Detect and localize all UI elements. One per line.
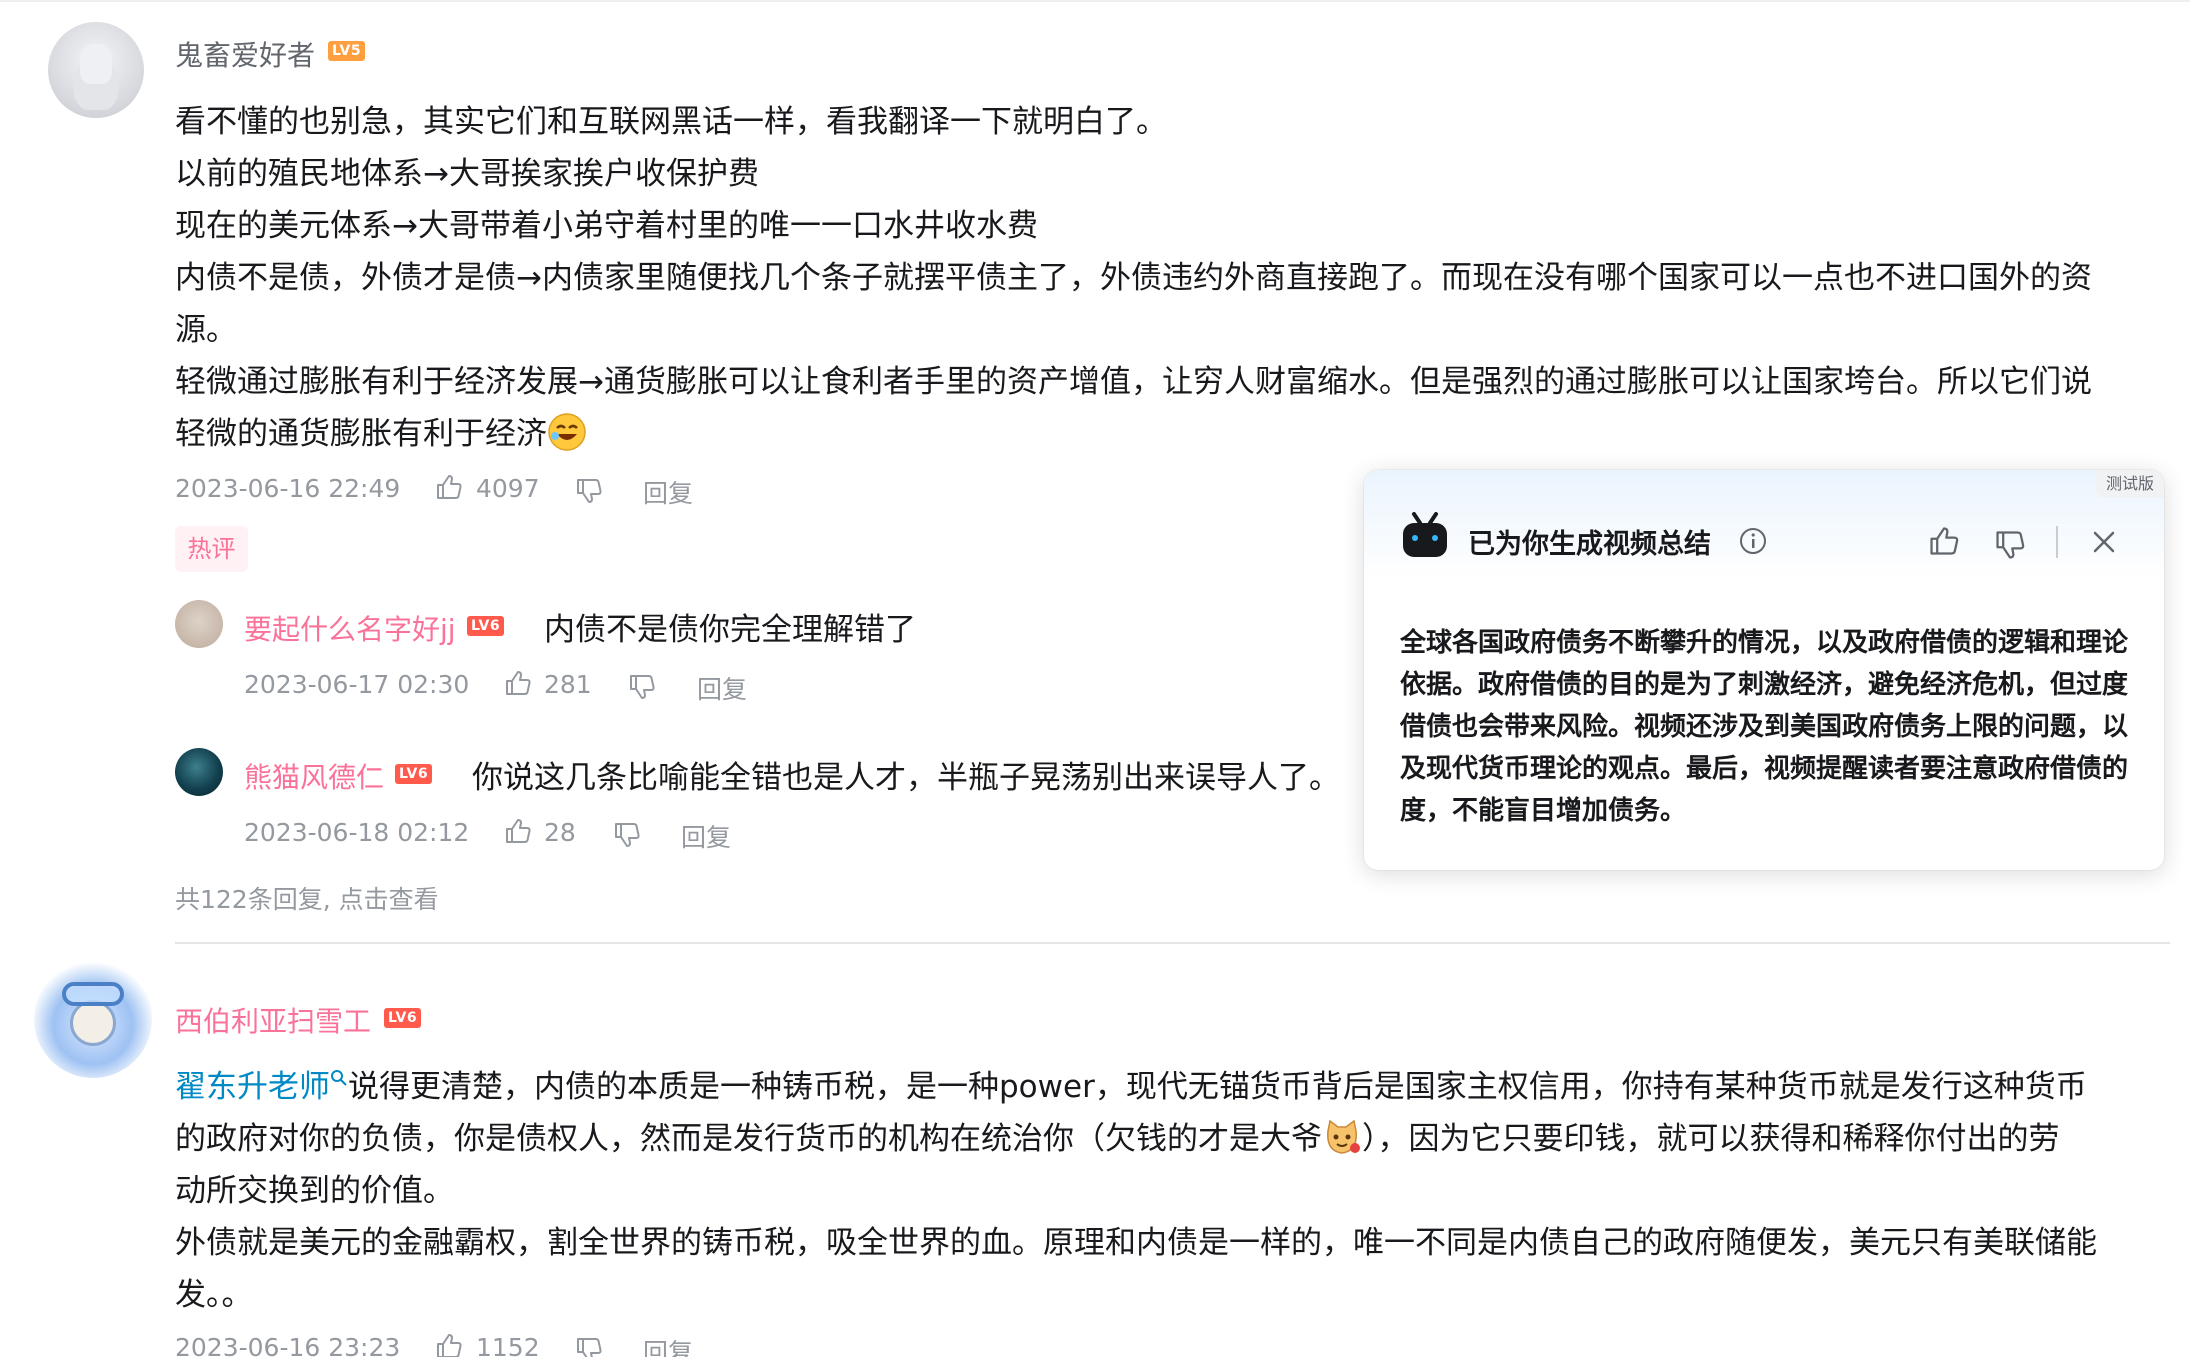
comment-line: 动所交换到的价值。: [175, 1173, 454, 1209]
reply-text: 内债不是债你完全理解错了: [544, 612, 916, 648]
hot-comment-tag: 热评: [175, 526, 248, 572]
popup-title: 已为你生成视频总结: [1468, 529, 1711, 560]
search-icon[interactable]: [330, 1069, 348, 1087]
summary-text: 全球各国政府债务不断攀升的情况，以及政府借债的逻辑和理论依据。政府借债的目的是为…: [1400, 628, 2129, 826]
reply-button[interactable]: 回复: [643, 1333, 693, 1357]
level-badge: LV5: [328, 41, 366, 61]
comment-line-text: 说得更清楚，内债的本质是一种铸币税，是一种power，现代无锚货币背后是国家主权…: [348, 1069, 2087, 1105]
comment-line: 看不懂的也别急，其实它们和互联网黑话一样，看我翻译一下就明白了。: [175, 104, 1167, 140]
like-count: 4097: [476, 474, 540, 503]
comment-divider: [175, 942, 2170, 944]
like-count: 1152: [476, 1333, 540, 1357]
info-icon[interactable]: [1738, 526, 1768, 556]
level-badge: LV6: [384, 1008, 422, 1028]
beta-badge: 测试版: [2095, 470, 2164, 498]
avatar-goggle: [62, 982, 124, 1006]
cat-emoji-icon: [1327, 1119, 1360, 1154]
thumbs-up-icon[interactable]: [434, 1331, 464, 1357]
like-count: 281: [544, 670, 592, 699]
comment-username[interactable]: 鬼畜爱好者: [175, 34, 315, 74]
avatar[interactable]: [48, 22, 144, 118]
comment-line-text: 轻微的通货膨胀有利于经济: [175, 416, 547, 452]
comment-line: 以前的殖民地体系→大哥挨家挨户收保护费: [175, 156, 759, 192]
mention-link[interactable]: 翟东升老师: [175, 1069, 330, 1105]
thumbs-down-icon[interactable]: [574, 1335, 604, 1357]
comment-line-last: 轻微的通货膨胀有利于经济: [175, 408, 587, 460]
reply-text: 你说这几条比喻能全错也是人才，半瓶子晃荡别出来误导人了。: [472, 760, 1340, 796]
avatar-face: [70, 1000, 116, 1046]
close-icon[interactable]: [2090, 528, 2118, 556]
view-more-replies-link[interactable]: 共122条回复, 点击查看: [175, 880, 439, 916]
comment-line: 翟东升老师 说得更清楚，内债的本质是一种铸币税，是一种power，现代无锚货币背后…: [175, 1061, 2165, 1113]
thumbs-up-icon[interactable]: [1927, 524, 1961, 558]
thumbs-up-icon[interactable]: [434, 472, 464, 502]
reply-date: 2023-06-17 02:30: [244, 670, 470, 699]
laughing-emoji-icon: [548, 413, 586, 451]
comment-line: 现在的美元体系→大哥带着小弟守着村里的唯一一口水井收水费: [175, 208, 1038, 244]
comment-line: 轻微通过膨胀有利于经济发展→通货膨胀可以让食利者手里的资产增值，让穷人财富缩水。…: [175, 364, 2092, 400]
reply-avatar[interactable]: [175, 748, 223, 796]
avatar[interactable]: [34, 960, 152, 1078]
comment-line-text: 的政府对你的负债，你是债权人，然而是发行货币的机构在统治你（欠钱的才是大爷: [175, 1121, 1322, 1157]
thumbs-down-icon[interactable]: [612, 820, 642, 850]
thumbs-down-icon[interactable]: [1993, 528, 2027, 562]
level-badge: LV6: [467, 616, 505, 636]
thumbs-up-icon[interactable]: [503, 668, 533, 698]
top-divider: [0, 0, 2190, 2]
reply-button[interactable]: 回复: [643, 474, 693, 510]
level-badge: LV6: [395, 764, 433, 784]
comment-line: 内债不是债，外债才是债→内债家里随便找几个条子就摆平债主了，外债违约外商直接跑了…: [175, 260, 2092, 296]
reply-avatar[interactable]: [175, 600, 223, 648]
comment-line: 的政府对你的负债，你是债权人，然而是发行货币的机构在统治你（欠钱的才是大爷 ），因…: [175, 1113, 2165, 1165]
comment-date: 2023-06-16 22:49: [175, 474, 401, 503]
thumbs-down-icon[interactable]: [574, 476, 604, 506]
comment-line-text: ），因为它只要印钱，就可以获得和稀释你付出的劳: [1362, 1121, 2060, 1157]
like-count: 28: [544, 818, 576, 847]
comment-line: 源。: [175, 312, 237, 348]
reply-date: 2023-06-18 02:12: [244, 818, 470, 847]
toolbar-separator: [2056, 526, 2058, 558]
ai-summary-popup: 测试版 已为你生成视频总结 全球各国政府债务不断攀升的情况，以及政府借债的逻辑和…: [1364, 470, 2164, 870]
reply-username[interactable]: 熊猫风德仁: [244, 756, 384, 796]
comment-line: 外债就是美元的金融霸权，割全世界的铸币税，吸全世界的血。原理和内债是一样的，唯一…: [175, 1225, 2097, 1261]
comment-line: 发。。: [175, 1277, 253, 1313]
thumbs-up-icon[interactable]: [503, 816, 533, 846]
reply-button[interactable]: 回复: [681, 818, 731, 854]
reply-username[interactable]: 要起什么名字好jj: [244, 608, 456, 648]
thumbs-down-icon[interactable]: [627, 672, 657, 702]
comment-date: 2023-06-16 23:23: [175, 1333, 401, 1357]
reply-button[interactable]: 回复: [697, 670, 747, 706]
comment-username[interactable]: 西伯利亚扫雪工: [175, 1000, 371, 1040]
bili-robot-icon: [1403, 512, 1447, 557]
